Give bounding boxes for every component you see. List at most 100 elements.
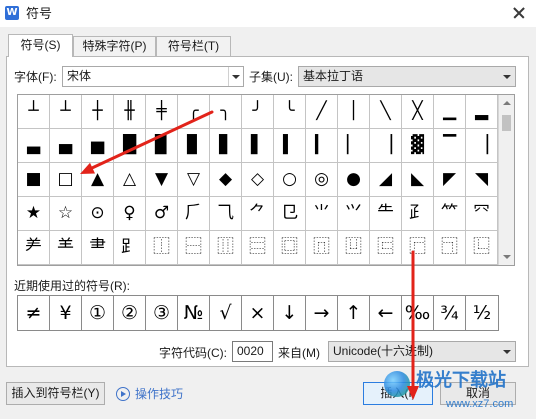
symbol-cell[interactable]: ⿷	[370, 231, 402, 265]
symbol-cell[interactable]: □	[50, 163, 82, 197]
symbol-cell[interactable]: ◤	[434, 163, 466, 197]
symbol-cell[interactable]: ╰	[274, 95, 306, 129]
recent-symbol-cell[interactable]: ③	[146, 296, 178, 330]
recent-symbol-cell[interactable]: →	[306, 296, 338, 330]
symbol-cell[interactable]: ⻊	[114, 231, 146, 265]
symbol-cell[interactable]: ▏	[338, 129, 370, 163]
symbol-cell[interactable]: ▓	[402, 129, 434, 163]
symbol-cell[interactable]: ⿹	[434, 231, 466, 265]
symbol-cell[interactable]: ⺌	[306, 197, 338, 231]
symbol-cell[interactable]: ◣	[402, 163, 434, 197]
insert-to-symbol-bar-button[interactable]: 插入到符号栏(Y)	[6, 382, 105, 405]
symbol-cell[interactable]: ⿱	[178, 231, 210, 265]
symbol-cell[interactable]: ⺮	[434, 197, 466, 231]
symbol-cell[interactable]: ★	[18, 197, 50, 231]
symbol-cell[interactable]: ┴	[18, 95, 50, 129]
symbol-cell[interactable]: ⺷	[50, 231, 82, 265]
source-select[interactable]: Unicode(十六进制)	[328, 341, 516, 362]
recent-symbol-cell[interactable]: ¾	[434, 296, 466, 330]
symbol-cell[interactable]: ⺋	[274, 197, 306, 231]
symbol-cell[interactable]: ⺁	[178, 197, 210, 231]
subset-select[interactable]: 基本拉丁语	[298, 66, 516, 87]
symbol-cell[interactable]: ┼	[82, 95, 114, 129]
symbol-cell[interactable]: ◎	[306, 163, 338, 197]
recent-symbol-cell[interactable]: ↑	[338, 296, 370, 330]
symbol-cell[interactable]: ▔	[434, 129, 466, 163]
symbol-cell[interactable]: ╫	[114, 95, 146, 129]
symbol-cell[interactable]: ☆	[50, 197, 82, 231]
scroll-up-button[interactable]	[499, 95, 514, 111]
tab-special-characters[interactable]: 特殊字符(P)	[73, 36, 156, 57]
recent-symbol-cell[interactable]: ②	[114, 296, 146, 330]
symbol-cell[interactable]: ⺳	[466, 197, 498, 231]
symbol-cell[interactable]: ╪	[146, 95, 178, 129]
symbol-cell[interactable]: ┴	[50, 95, 82, 129]
recent-symbol-cell[interactable]: ½	[466, 296, 498, 330]
symbol-cell[interactable]: ◆	[210, 163, 242, 197]
symbol-cell[interactable]: ♀	[114, 197, 146, 231]
symbol-cell[interactable]: ⺶	[18, 231, 50, 265]
symbol-cell[interactable]: ▁	[434, 95, 466, 129]
scrollbar-thumb[interactable]	[502, 115, 511, 131]
symbol-cell[interactable]: ◇	[242, 163, 274, 197]
symbol-cell[interactable]: ⿺	[466, 231, 498, 265]
symbol-cell[interactable]: ⿴	[274, 231, 306, 265]
symbol-cell[interactable]: △	[114, 163, 146, 197]
symbol-cell[interactable]: ⿲	[210, 231, 242, 265]
symbol-cell[interactable]: ⿳	[242, 231, 274, 265]
recent-symbol-cell[interactable]: √	[210, 296, 242, 330]
symbol-cell[interactable]: ▊	[178, 129, 210, 163]
symbol-cell[interactable]: ╱	[306, 95, 338, 129]
recent-symbol-cell[interactable]: ↓	[274, 296, 306, 330]
recent-symbol-cell[interactable]: №	[178, 296, 210, 330]
symbol-cell[interactable]: ⺻	[82, 231, 114, 265]
tips-link[interactable]: 操作技巧	[135, 387, 183, 402]
symbol-cell[interactable]: ▃	[18, 129, 50, 163]
symbol-cell[interactable]: ●	[338, 163, 370, 197]
tab-symbol-bar[interactable]: 符号栏(T)	[156, 36, 231, 57]
symbol-cell[interactable]: ⊙	[82, 197, 114, 231]
symbol-cell[interactable]: ⺍	[338, 197, 370, 231]
symbol-cell[interactable]: ⺈	[242, 197, 274, 231]
symbol-cell[interactable]: ▂	[466, 95, 498, 129]
source-dropdown-button[interactable]	[500, 342, 515, 361]
symbol-cell[interactable]: ♂	[146, 197, 178, 231]
symbol-cell[interactable]: ⿵	[306, 231, 338, 265]
symbol-cell[interactable]: ▅	[82, 129, 114, 163]
symbol-cell[interactable]: ○	[274, 163, 306, 197]
symbol-cell[interactable]: ⺧	[370, 197, 402, 231]
recent-symbol-cell[interactable]: ×	[242, 296, 274, 330]
recent-symbol-cell[interactable]: ‰	[402, 296, 434, 330]
symbol-cell[interactable]: ╭	[178, 95, 210, 129]
symbol-cell[interactable]: ▕	[370, 129, 402, 163]
symbol-cell[interactable]: ▕	[466, 129, 498, 163]
char-code-input[interactable]: 0020	[232, 341, 273, 362]
symbol-cell[interactable]: ╲	[370, 95, 402, 129]
symbol-cell[interactable]: ⺪	[402, 197, 434, 231]
font-dropdown-button[interactable]	[228, 67, 243, 86]
symbol-cell[interactable]: ◢	[370, 163, 402, 197]
symbol-cell[interactable]: ▉	[146, 129, 178, 163]
subset-dropdown-button[interactable]	[500, 67, 515, 86]
close-button[interactable]	[508, 3, 530, 23]
symbol-cell[interactable]: ╮	[210, 95, 242, 129]
symbol-cell[interactable]: ⺄	[210, 197, 242, 231]
recent-symbol-cell[interactable]: ¥	[50, 296, 82, 330]
symbol-cell[interactable]: ■	[18, 163, 50, 197]
symbol-cell[interactable]: ⿶	[338, 231, 370, 265]
symbol-cell[interactable]: ▽	[178, 163, 210, 197]
font-select[interactable]: 宋体	[62, 66, 244, 87]
tab-symbols[interactable]: 符号(S)	[8, 34, 73, 57]
symbol-grid-scrollbar[interactable]	[498, 95, 514, 265]
symbol-cell[interactable]: ▋	[210, 129, 242, 163]
symbol-cell[interactable]: ▼	[146, 163, 178, 197]
scroll-down-button[interactable]	[499, 249, 514, 265]
symbol-cell[interactable]: ⿸	[402, 231, 434, 265]
symbol-cell[interactable]: ╳	[402, 95, 434, 129]
play-circle-icon[interactable]	[116, 387, 130, 401]
symbol-cell[interactable]: ⿰	[146, 231, 178, 265]
symbol-cell[interactable]: ◥	[466, 163, 498, 197]
symbol-cell[interactable]: █	[114, 129, 146, 163]
symbol-cell[interactable]: ╯	[242, 95, 274, 129]
recent-symbol-cell[interactable]: ←	[370, 296, 402, 330]
